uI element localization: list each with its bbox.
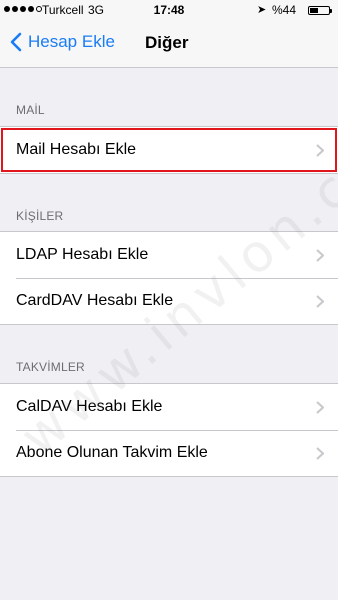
status-bar: Turkcell 3G 17:48 ➤ %44	[0, 0, 338, 20]
add-subscribed-calendar-row[interactable]: Abone Olunan Takvim Ekle	[0, 430, 338, 476]
back-button[interactable]: Hesap Ekle	[6, 31, 115, 53]
battery-percent: %44	[272, 3, 297, 17]
section-header-mail: MAİL	[16, 103, 45, 117]
chevron-right-icon	[316, 295, 324, 308]
battery-icon	[308, 6, 332, 15]
group-mail: Mail Hesabı Ekle	[0, 126, 338, 174]
chevron-right-icon	[316, 401, 324, 414]
chevron-right-icon	[316, 144, 324, 157]
navigation-bar: Hesap Ekle Diğer	[0, 20, 338, 68]
section-header-calendars: TAKVİMLER	[16, 360, 85, 374]
page-title: Diğer	[145, 33, 189, 52]
back-button-label: Hesap Ekle	[28, 32, 115, 51]
row-label: Abone Olunan Takvim Ekle	[16, 444, 208, 461]
section-header-contacts: KİŞİLER	[16, 209, 64, 223]
group-calendars: CalDAV Hesabı Ekle Abone Olunan Takvim E…	[0, 383, 338, 477]
row-label: Mail Hesabı Ekle	[16, 141, 137, 158]
row-label: CalDAV Hesabı Ekle	[16, 398, 163, 415]
chevron-left-icon	[10, 32, 22, 52]
add-ldap-account-row[interactable]: LDAP Hesabı Ekle	[0, 232, 338, 278]
row-label: CardDAV Hesabı Ekle	[16, 292, 174, 309]
add-carddav-account-row[interactable]: CardDAV Hesabı Ekle	[0, 278, 338, 324]
chevron-right-icon	[316, 249, 324, 262]
group-contacts: LDAP Hesabı Ekle CardDAV Hesabı Ekle	[0, 231, 338, 325]
chevron-right-icon	[316, 447, 324, 460]
add-caldav-account-row[interactable]: CalDAV Hesabı Ekle	[0, 384, 338, 430]
location-arrow-icon: ➤	[257, 4, 267, 16]
row-label: LDAP Hesabı Ekle	[16, 246, 149, 263]
add-mail-account-row[interactable]: Mail Hesabı Ekle	[0, 127, 338, 173]
